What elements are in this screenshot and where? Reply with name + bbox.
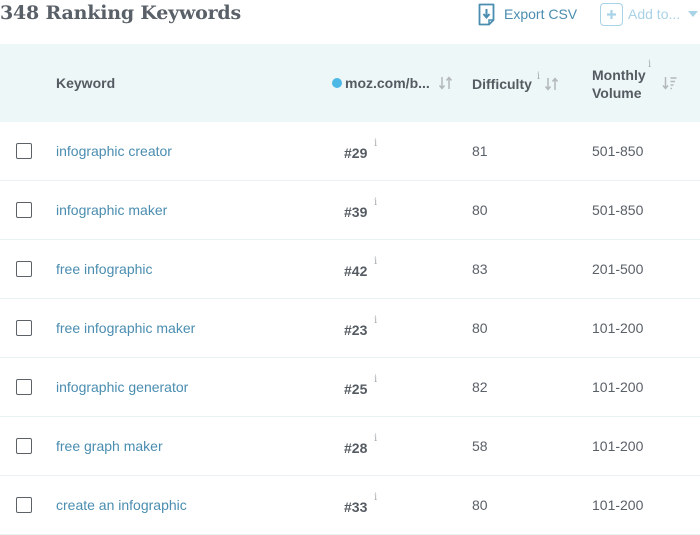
download-file-icon: [478, 3, 495, 25]
column-header-difficulty[interactable]: Difficulty i: [472, 71, 560, 92]
difficulty-column-label: Difficulty: [472, 76, 532, 92]
info-icon[interactable]: i: [537, 71, 540, 82]
difficulty-value: 58: [472, 438, 488, 454]
monthly-volume-value: 101-200: [592, 497, 644, 513]
difficulty-value: 83: [472, 261, 488, 277]
rank-value: #33: [344, 499, 368, 515]
row-checkbox[interactable]: [16, 261, 32, 277]
export-csv-label: Export CSV: [504, 6, 578, 22]
monthly-volume-value: 501-850: [592, 143, 644, 159]
add-to-label: Add to...: [628, 6, 681, 22]
row-checkbox[interactable]: [16, 497, 32, 513]
row-checkbox[interactable]: [16, 202, 32, 218]
row-checkbox[interactable]: [16, 143, 32, 159]
difficulty-value: 80: [472, 320, 488, 336]
row-checkbox[interactable]: [16, 379, 32, 395]
volume-column-label-line2: Volume: [592, 85, 642, 101]
export-csv-button[interactable]: Export CSV: [478, 1, 577, 27]
keyword-link[interactable]: infographic maker: [56, 202, 167, 218]
keyword-link[interactable]: free infographic maker: [56, 320, 195, 336]
caret-down-icon: [688, 11, 699, 17]
url-dot-icon: [332, 78, 342, 88]
keywords-table: Keyword moz.com/b... Difficulty i Monthl…: [0, 44, 700, 535]
rank-value: #42: [344, 263, 368, 279]
keyword-link[interactable]: free infographic: [56, 261, 153, 277]
monthly-volume-value: 101-200: [592, 438, 644, 454]
add-to-dropdown[interactable]: Add to...: [600, 1, 699, 27]
table-row: infographic generator #25 i 82 101-200: [0, 358, 700, 417]
keyword-link[interactable]: free graph maker: [56, 438, 163, 454]
table-header: Keyword moz.com/b... Difficulty i Monthl…: [0, 44, 700, 122]
table-row: free infographic maker #23 i 80 101-200: [0, 299, 700, 358]
difficulty-value: 81: [472, 143, 488, 159]
rank-value: #29: [344, 145, 368, 161]
info-icon[interactable]: i: [374, 138, 377, 149]
info-icon[interactable]: i: [374, 433, 377, 444]
info-icon[interactable]: i: [374, 256, 377, 267]
url-column-label: moz.com/b...: [345, 75, 430, 91]
keyword-link[interactable]: infographic creator: [56, 143, 172, 159]
page-title: 348 Ranking Keywords: [0, 2, 241, 24]
info-icon[interactable]: i: [374, 197, 377, 208]
info-icon[interactable]: i: [374, 492, 377, 503]
rank-value: #28: [344, 440, 368, 456]
sort-icon[interactable]: [544, 77, 560, 91]
sort-descending-icon[interactable]: [662, 76, 678, 90]
table-row: infographic creator #29 i 81 501-850: [0, 122, 700, 181]
rank-value: #23: [344, 322, 368, 338]
rank-value: #25: [344, 381, 368, 397]
column-header-keyword: Keyword: [56, 75, 116, 91]
table-body: infographic creator #29 i 81 501-850 inf…: [0, 122, 700, 535]
table-row: infographic maker #39 i 80 501-850: [0, 181, 700, 240]
plus-icon: [600, 2, 623, 26]
monthly-volume-value: 501-850: [592, 202, 644, 218]
monthly-volume-value: 101-200: [592, 379, 644, 395]
info-icon[interactable]: i: [648, 56, 651, 74]
keyword-link[interactable]: create an infographic: [56, 497, 187, 513]
monthly-volume-value: 201-500: [592, 261, 644, 277]
monthly-volume-value: 101-200: [592, 320, 644, 336]
info-icon[interactable]: i: [374, 374, 377, 385]
difficulty-value: 80: [472, 202, 488, 218]
column-header-url[interactable]: moz.com/b...: [332, 75, 454, 91]
toolbar: 348 Ranking Keywords Export CSV Add to..…: [0, 0, 700, 44]
difficulty-value: 80: [472, 497, 488, 513]
table-row: free graph maker #28 i 58 101-200: [0, 417, 700, 476]
volume-column-label-line1: Monthly: [592, 67, 646, 83]
info-icon[interactable]: i: [374, 315, 377, 326]
row-checkbox[interactable]: [16, 438, 32, 454]
table-row: free infographic #42 i 83 201-500: [0, 240, 700, 299]
rank-value: #39: [344, 204, 368, 220]
difficulty-value: 82: [472, 379, 488, 395]
keyword-link[interactable]: infographic generator: [56, 379, 188, 395]
column-header-monthly-volume[interactable]: Monthly Volume i: [592, 59, 677, 102]
sort-icon[interactable]: [438, 76, 454, 90]
row-checkbox[interactable]: [16, 320, 32, 336]
table-row: create an infographic #33 i 80 101-200: [0, 476, 700, 535]
